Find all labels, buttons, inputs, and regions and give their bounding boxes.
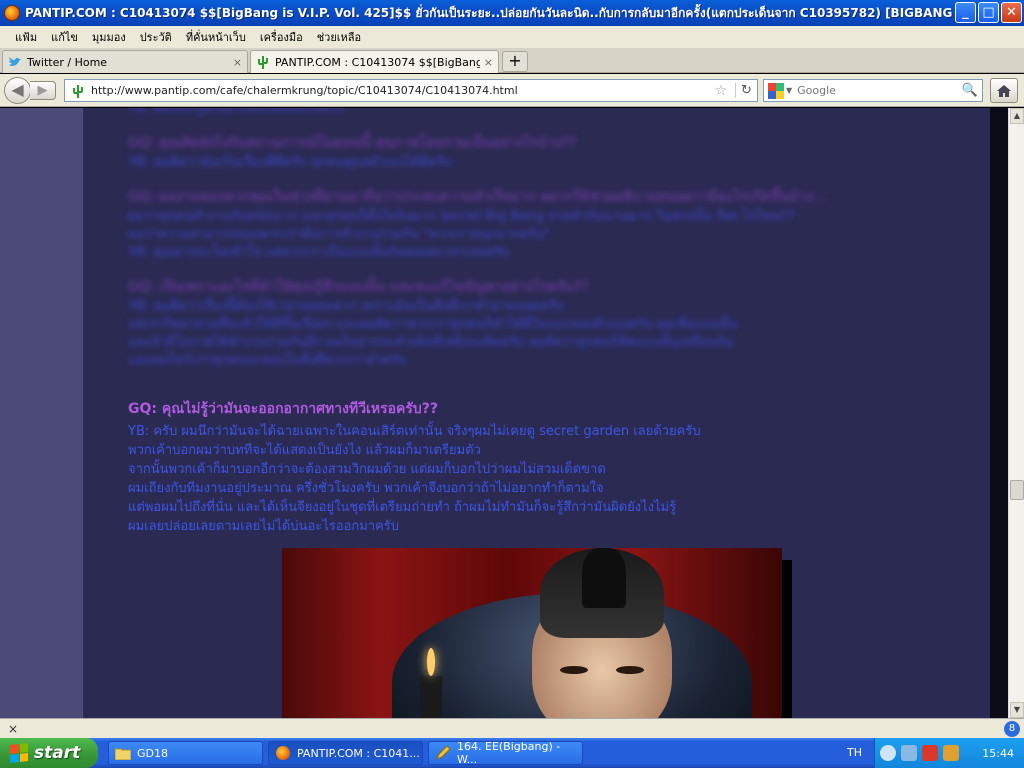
- start-button[interactable]: start: [0, 738, 98, 768]
- candle-flame: [427, 648, 435, 676]
- taskbar-item-gd18[interactable]: GD18: [108, 741, 263, 765]
- answer-text: ผมว่าทุกคนทำงานกันหนักมาก และทุกคนก็ตั้ง…: [128, 209, 795, 260]
- system-tray: TH 15:44: [847, 738, 1024, 768]
- tab-twitter[interactable]: Twitter / Home ×: [2, 50, 248, 73]
- answer-line: แต่พอผมไปถึงที่นั่น และได้เห็นจียงอยู่ใน…: [128, 500, 677, 515]
- menu-bar: แฟ้ม แก้ไข มุมมอง ประวัติ ที่คั่นหน้าเว็…: [0, 26, 1024, 48]
- scrollbar-thumb[interactable]: [1010, 480, 1024, 500]
- tray-app-icon[interactable]: [943, 745, 959, 761]
- search-engine-dropdown-icon[interactable]: ▼: [786, 86, 792, 95]
- question-heading: GQ: คุณไม่รู้ว่ามันจะออกอากาศทางทีวีเหรอ…: [128, 401, 439, 417]
- photo-shadow: [782, 560, 792, 718]
- folder-icon: [115, 745, 131, 761]
- taskbar-item-pantip[interactable]: PANTIP.COM : C1041...: [268, 741, 423, 765]
- answer-line: ผมเถียงกับทีมงานอยู่ประมาณ ครึ่งชั่วโมงค…: [128, 481, 604, 496]
- menu-help[interactable]: ช่วยเหลือ: [310, 28, 368, 46]
- question-text: GQ: ผลงานของพวกคุณในช่วงที่ผ่านมาถือว่าป…: [128, 189, 827, 205]
- question-text: GQ: เป็นเพราะอะไรที่ทำให้คุณรู้สึกแบบนั้…: [128, 279, 589, 295]
- menu-edit[interactable]: แก้ไข: [44, 28, 85, 46]
- clock[interactable]: 15:44: [982, 747, 1014, 760]
- home-button[interactable]: [990, 78, 1018, 103]
- answer-text: YB: ผมคิดว่าเรื่องนี้ต้องใช้เวลาพอสมควร …: [128, 299, 737, 368]
- notification-badge[interactable]: 8: [1004, 721, 1020, 737]
- find-bar: × 8: [0, 718, 1024, 738]
- pantip-cactus-icon: [255, 54, 271, 70]
- url-bar[interactable]: http://www.pantip.com/cafe/chalermkrung/…: [64, 79, 758, 102]
- gmail-icon[interactable]: [922, 745, 938, 761]
- answer-line: YB: ครับ ผมนึกว่ามันจะได้ฉายเฉพาะในคอนเส…: [128, 424, 701, 439]
- window-title: PANTIP.COM : C10413074 $$[BigBang is V.I…: [25, 5, 965, 20]
- page-content: YB: ผมเองก็รู้สึกอย่างนั้นเหมือนกันครับ …: [0, 108, 1008, 718]
- vertical-scrollbar[interactable]: ▲ ▼: [1008, 108, 1024, 718]
- reload-button[interactable]: ↻: [735, 83, 757, 98]
- new-tab-button[interactable]: +: [502, 51, 528, 72]
- task-label: PANTIP.COM : C1041...: [297, 746, 420, 760]
- menu-history[interactable]: ประวัติ: [133, 28, 179, 46]
- home-icon: [997, 84, 1011, 97]
- search-input[interactable]: [797, 84, 962, 97]
- taskbar-item-word[interactable]: 164. EE(Bigbang) - W...: [428, 740, 583, 766]
- tab-title: Twitter / Home: [27, 55, 108, 69]
- minimize-button[interactable]: _: [955, 2, 976, 23]
- task-label: GD18: [137, 746, 168, 760]
- menu-view[interactable]: มุมมอง: [85, 28, 133, 46]
- blurred-text-region: YB: ผมเองก็รู้สึกอย่างนั้นเหมือนกันครับ …: [128, 108, 948, 384]
- twitter-bird-icon: [7, 54, 23, 70]
- left-eye: [560, 666, 588, 674]
- navigation-toolbar: ◀ ▶ http://www.pantip.com/cafe/chalermkr…: [0, 74, 1024, 107]
- search-icon[interactable]: 🔍: [962, 83, 978, 98]
- qa-block: GQ: คุณไม่รู้ว่ามันจะออกอากาศทางทีวีเหรอ…: [128, 398, 968, 536]
- forward-button[interactable]: ▶: [30, 81, 56, 100]
- windows-flag-icon: [10, 743, 28, 763]
- answer-line: พวกเค้าบอกผมว่าบททีจะได้แสดงเป็นยังไง แล…: [128, 443, 481, 458]
- tab-close-icon[interactable]: ×: [484, 56, 493, 69]
- tab-pantip[interactable]: PANTIP.COM : C10413074 $$[BigBang is ...…: [250, 50, 499, 73]
- answer-line: ผมเลยปล่อยเลยตามเลยไม่ได้บ่นอะไรออกมาครั…: [128, 519, 400, 534]
- network-icon[interactable]: [901, 745, 917, 761]
- forum-post: YB: ผมเองก็รู้สึกอย่างนั้นเหมือนกันครับ …: [82, 108, 990, 718]
- answer-line: จากนั้นพวกเค้าก็มาบอกอีกว่าจะต้องสวมวิกผ…: [128, 462, 606, 477]
- menu-bookmarks[interactable]: ที่คั่นหน้าเว็บ: [179, 28, 253, 46]
- scroll-up-button[interactable]: ▲: [1010, 108, 1024, 124]
- answer-text: YB: ผมเองก็รู้สึกอย่างนั้นเหมือนกันครับ: [128, 108, 345, 116]
- start-label: start: [34, 743, 81, 763]
- mohawk: [582, 548, 626, 608]
- question-text: GQ: คุณคิดยังไงกับสถานการณ์ในตอนนี้ สุขภ…: [128, 135, 577, 151]
- findbar-close-icon[interactable]: ×: [8, 722, 18, 736]
- article-photo: [282, 548, 782, 718]
- google-icon: [768, 82, 784, 99]
- tab-title: PANTIP.COM : C10413074 $$[BigBang is ...: [275, 55, 480, 69]
- window-title-bar: PANTIP.COM : C10413074 $$[BigBang is V.I…: [0, 0, 1024, 26]
- pantip-cactus-icon: [70, 83, 86, 99]
- url-text[interactable]: http://www.pantip.com/cafe/chalermkrung/…: [91, 84, 714, 97]
- tab-strip: Twitter / Home × PANTIP.COM : C10413074 …: [0, 48, 1024, 73]
- search-box[interactable]: ▼ 🔍: [763, 79, 983, 102]
- pencil-icon: [435, 745, 451, 761]
- menu-file[interactable]: แฟ้ม: [8, 28, 44, 46]
- candle-holder: [420, 676, 442, 718]
- tray-arrow-icon[interactable]: [880, 745, 896, 761]
- language-indicator[interactable]: TH: [847, 746, 862, 759]
- close-button[interactable]: ✕: [1001, 2, 1022, 23]
- answer-text: YB: ผมคิดว่ามันเป็นเรื่องที่ดีครับ ทุกคน…: [128, 155, 452, 170]
- bookmark-star-icon[interactable]: ☆: [714, 83, 727, 99]
- right-eye: [616, 666, 644, 674]
- back-button[interactable]: ◀: [4, 77, 31, 104]
- windows-taskbar: start GD18 PANTIP.COM : C1041... 164. EE…: [0, 738, 1024, 768]
- tab-close-icon[interactable]: ×: [233, 56, 242, 69]
- scroll-down-button[interactable]: ▼: [1010, 702, 1024, 718]
- firefox-logo-icon: [4, 5, 20, 21]
- menu-tools[interactable]: เครื่องมือ: [253, 28, 310, 46]
- maximize-button[interactable]: □: [978, 2, 999, 23]
- task-label: 164. EE(Bigbang) - W...: [457, 740, 561, 766]
- page-right-border: [990, 108, 1008, 718]
- firefox-icon: [275, 745, 291, 761]
